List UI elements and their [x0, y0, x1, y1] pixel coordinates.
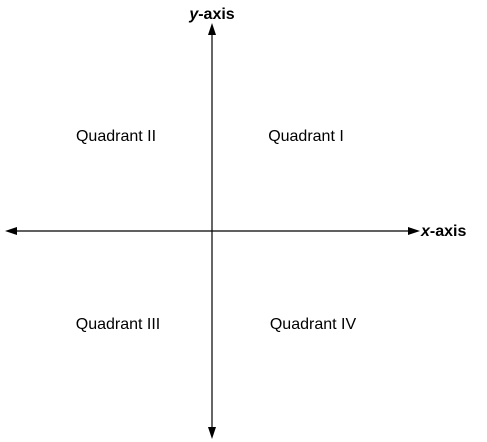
y-axis-label-suffix: -axis	[198, 6, 235, 23]
x-axis-left-arrowhead	[5, 227, 17, 235]
quadrant-label-iv: Quadrant IV	[270, 316, 357, 333]
quadrant-label-ii: Quadrant II	[76, 128, 156, 145]
y-axis-bottom-arrowhead	[208, 427, 216, 439]
x-axis-right-arrowhead	[408, 227, 420, 235]
y-axis-label: y-axis	[188, 6, 234, 23]
x-axis-label-suffix: -axis	[430, 223, 467, 240]
quadrant-label-i: Quadrant I	[268, 128, 344, 145]
coordinate-plane-diagram: y-axis x-axis Quadrant II Quadrant I Qua…	[5, 6, 466, 439]
y-axis-top-arrowhead	[208, 23, 216, 35]
x-axis-label: x-axis	[420, 223, 466, 240]
quadrant-label-iii: Quadrant III	[76, 316, 161, 333]
